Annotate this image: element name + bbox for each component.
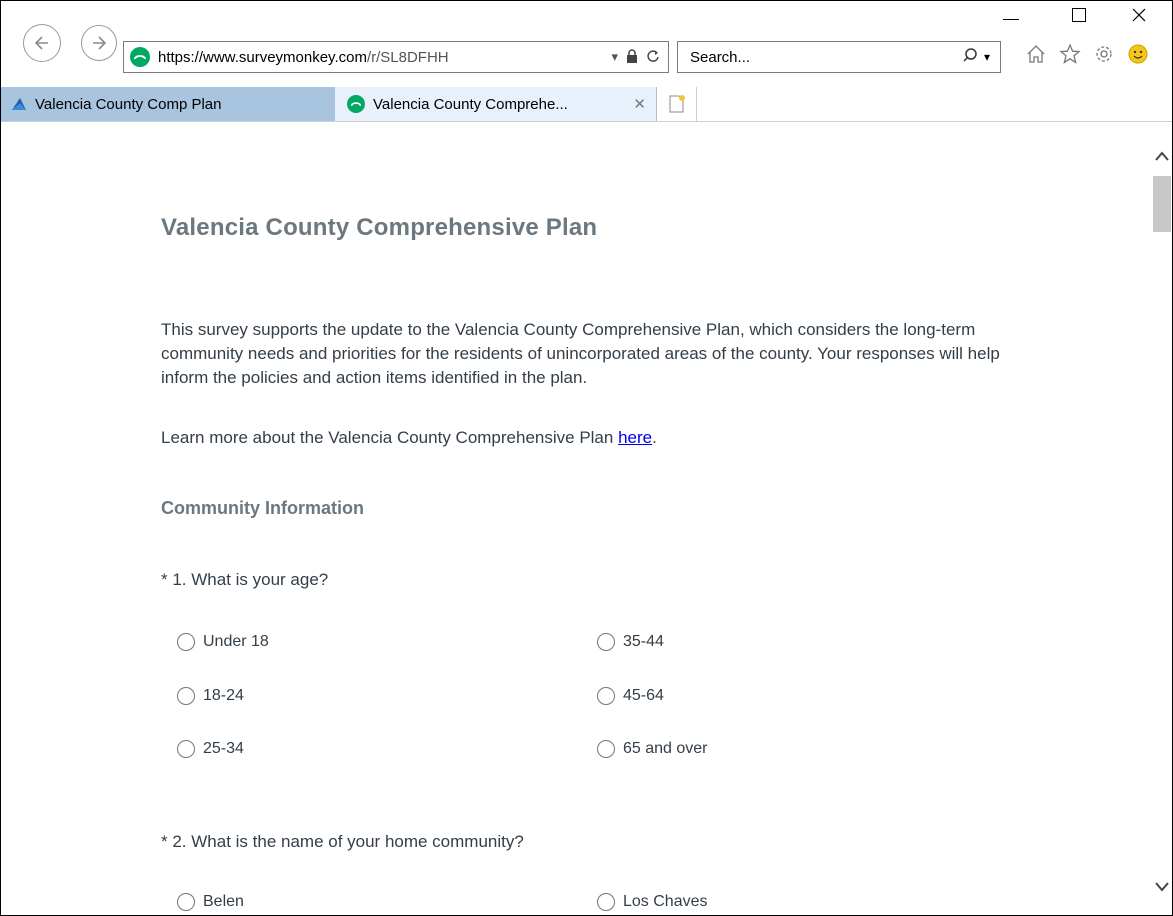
survey-title: Valencia County Comprehensive Plan xyxy=(161,214,598,241)
close-window-button[interactable] xyxy=(1114,1,1164,29)
option-18-24[interactable]: 18-24 xyxy=(177,687,244,705)
gear-icon[interactable] xyxy=(1091,41,1117,67)
search-dropdown-icon[interactable]: ▾ xyxy=(984,50,990,64)
option-45-64[interactable]: 45-64 xyxy=(597,687,664,705)
option-65-and-over[interactable]: 65 and over xyxy=(597,740,708,758)
radio-button[interactable] xyxy=(597,687,615,705)
radio-button[interactable] xyxy=(597,893,615,911)
radio-button[interactable] xyxy=(177,740,195,758)
close-icon xyxy=(1132,8,1146,22)
search-input[interactable] xyxy=(688,47,932,67)
surveymonkey-icon xyxy=(130,47,150,67)
option-los-chaves[interactable]: Los Chaves xyxy=(597,893,708,911)
page-content: Valencia County Comprehensive Plan This … xyxy=(1,122,1152,915)
surveymonkey-icon xyxy=(347,95,365,113)
browser-window: https://www.surveymonkey.com/r/SL8DFHH ▾… xyxy=(0,0,1173,916)
radio-button[interactable] xyxy=(597,740,615,758)
county-logo-icon xyxy=(11,97,27,111)
search-box[interactable]: ▾ xyxy=(677,41,1001,73)
radio-button[interactable] xyxy=(597,633,615,651)
learn-more-link[interactable]: here xyxy=(618,428,652,447)
option-under-18[interactable]: Under 18 xyxy=(177,633,269,651)
survey-intro: This survey supports the update to the V… xyxy=(161,320,1000,387)
smiley-feedback-icon[interactable] xyxy=(1125,41,1151,67)
dropdown-icon[interactable]: ▾ xyxy=(611,49,618,65)
question-2: * 2. What is the name of your home commu… xyxy=(161,832,524,851)
minimize-button[interactable] xyxy=(986,1,1036,29)
back-button[interactable] xyxy=(23,24,61,62)
favorites-star-icon[interactable] xyxy=(1057,41,1083,67)
learn-more-text: Learn more about the Valencia County Com… xyxy=(161,428,657,447)
tab-comp-plan[interactable]: Valencia County Comp Plan xyxy=(1,87,335,121)
radio-button[interactable] xyxy=(177,687,195,705)
option-25-34[interactable]: 25-34 xyxy=(177,740,244,758)
address-bar[interactable]: https://www.surveymonkey.com/r/SL8DFHH ▾ xyxy=(123,41,669,73)
forward-arrow-icon xyxy=(93,36,107,50)
scroll-down-icon[interactable] xyxy=(1154,877,1170,897)
radio-button[interactable] xyxy=(177,893,195,911)
option-35-44[interactable]: 35-44 xyxy=(597,633,664,651)
tab-label: Valencia County Comprehe... xyxy=(373,95,568,113)
radio-button[interactable] xyxy=(177,633,195,651)
scroll-up-icon[interactable] xyxy=(1154,146,1170,166)
forward-button[interactable] xyxy=(81,25,117,61)
scrollbar-thumb[interactable] xyxy=(1153,176,1171,232)
new-tab-button[interactable] xyxy=(657,87,697,121)
lock-icon[interactable] xyxy=(626,48,638,66)
tab-label: Valencia County Comp Plan xyxy=(35,95,222,113)
back-arrow-icon xyxy=(34,36,48,50)
window-controls xyxy=(972,1,1172,29)
maximize-button[interactable] xyxy=(1054,1,1104,29)
url-host: https://www.surveymonkey.com xyxy=(158,48,367,66)
question-1: * 1. What is your age? xyxy=(161,570,329,589)
tab-survey[interactable]: Valencia County Comprehe... ✕ xyxy=(335,87,657,121)
url-path: /r/SL8DFHH xyxy=(366,48,449,66)
toolbar-icons xyxy=(1023,41,1151,67)
home-icon[interactable] xyxy=(1023,41,1049,67)
search-icon[interactable] xyxy=(962,47,978,67)
vertical-scrollbar[interactable] xyxy=(1152,122,1172,915)
refresh-icon[interactable] xyxy=(646,49,660,66)
new-tab-icon xyxy=(669,95,685,113)
option-belen[interactable]: Belen xyxy=(177,893,244,911)
section-heading: Community Information xyxy=(161,498,364,518)
tab-close-icon[interactable]: ✕ xyxy=(633,95,646,113)
tab-bar: Valencia County Comp Plan Valencia Count… xyxy=(1,87,1172,122)
